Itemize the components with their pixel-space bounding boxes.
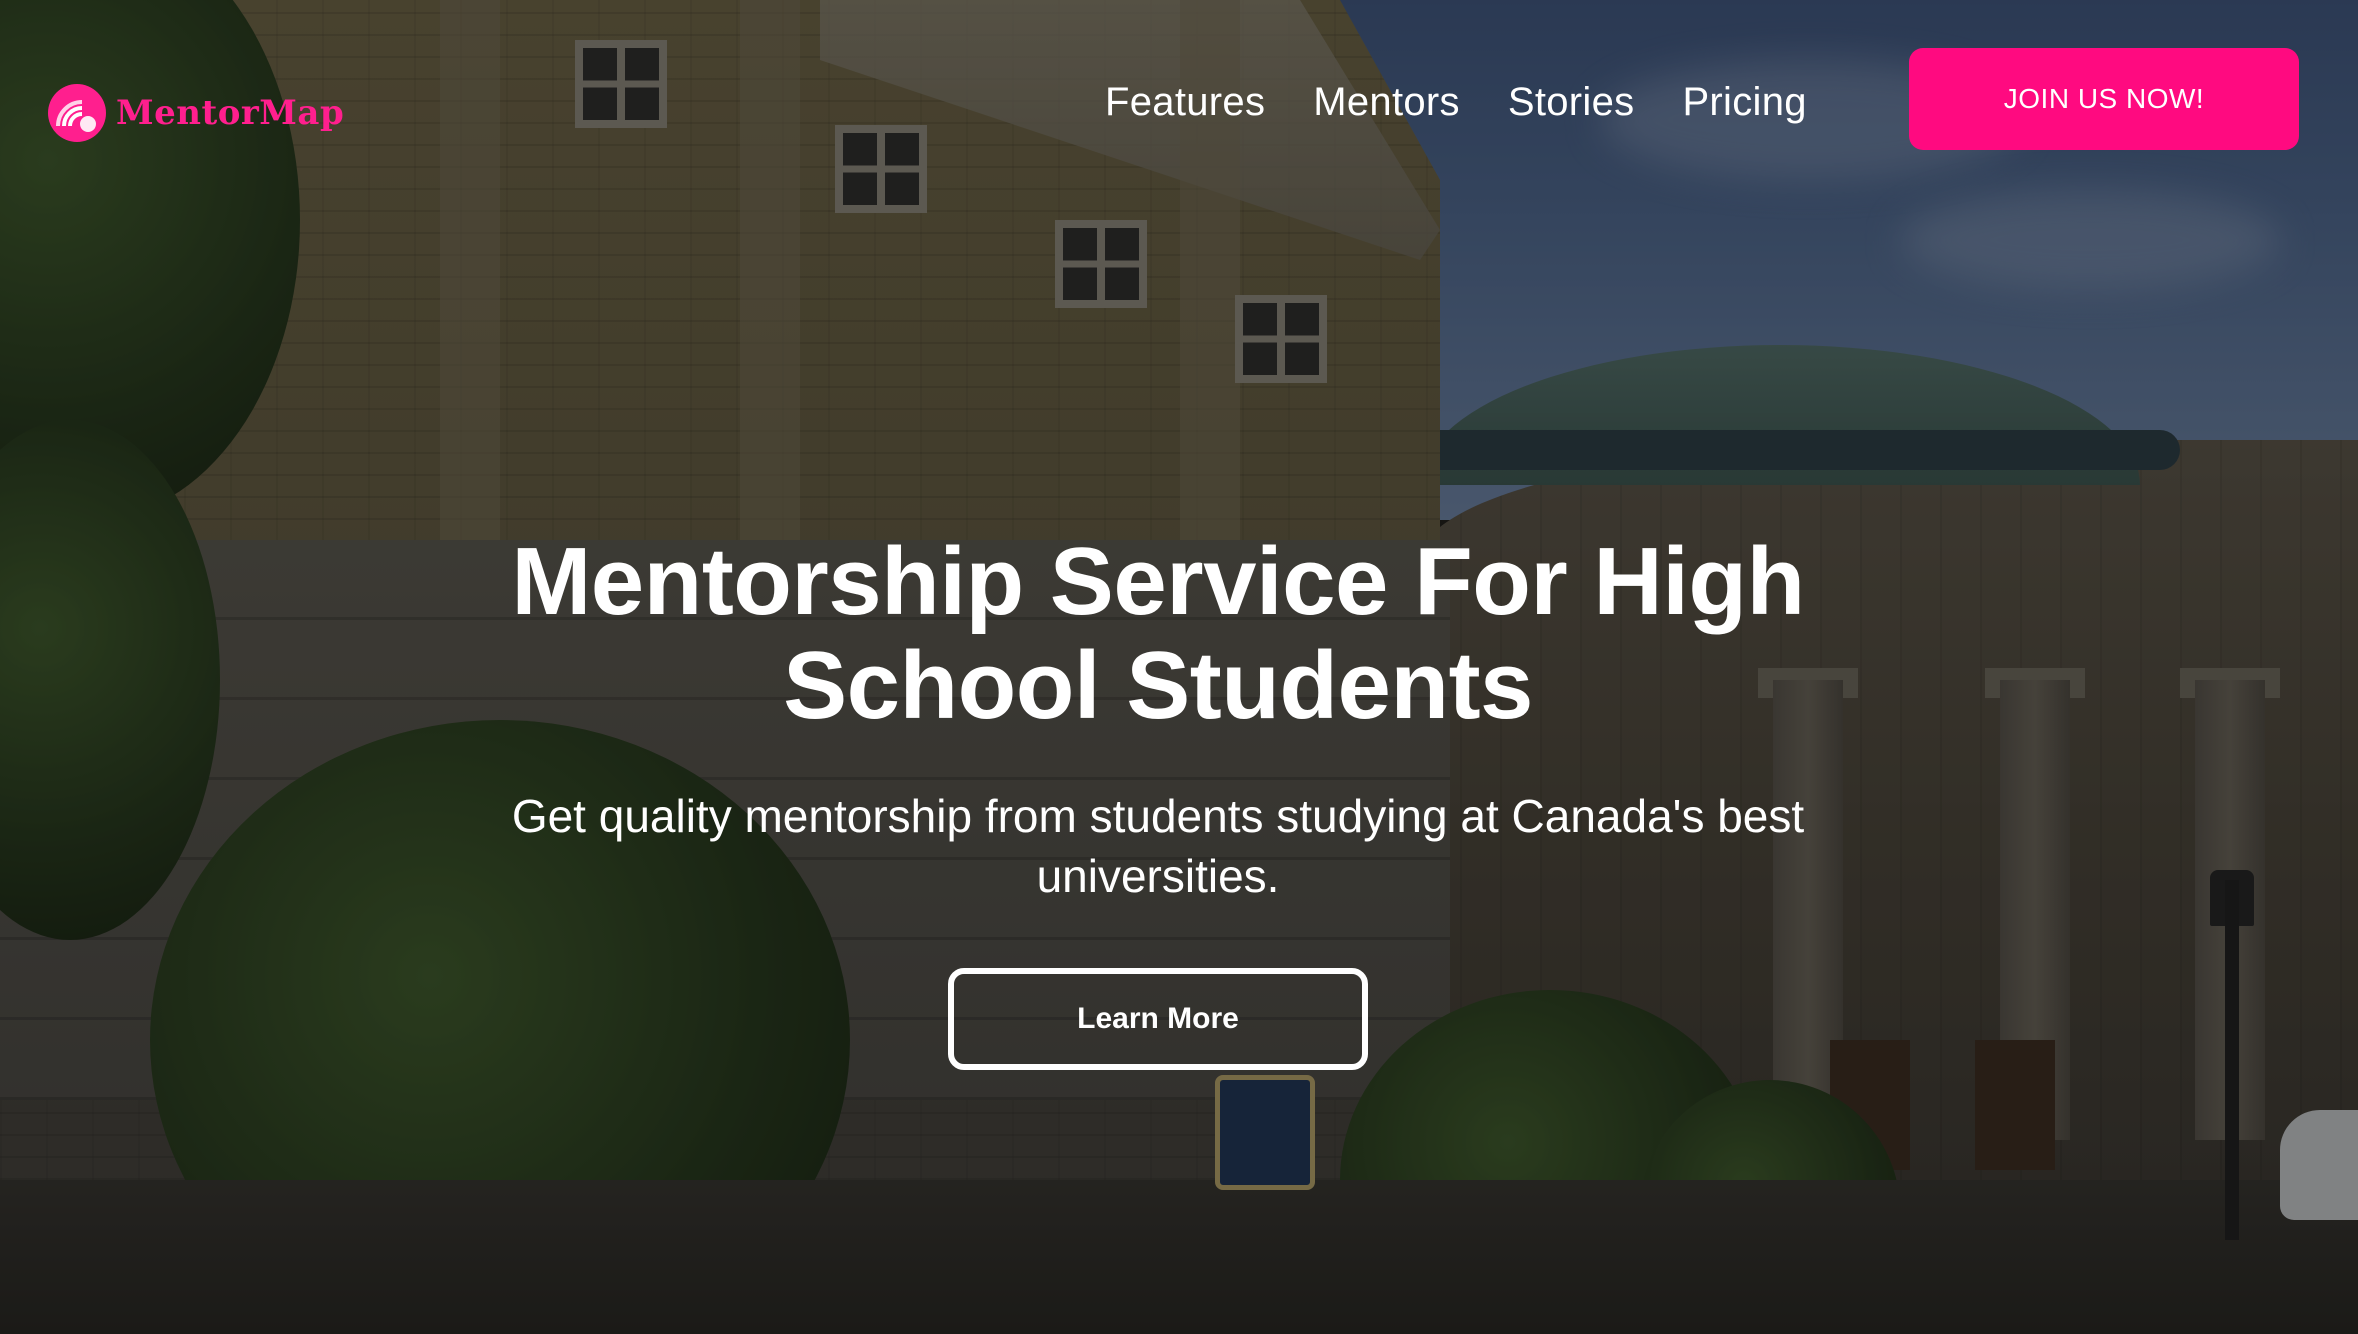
logo-link[interactable]: MentorMap <box>48 84 344 142</box>
nav-item-pricing[interactable]: Pricing <box>1682 80 1806 125</box>
nav-item-mentors[interactable]: Mentors <box>1313 80 1460 125</box>
site-header: MentorMap Features Mentors Stories Prici… <box>0 0 2358 160</box>
nav-item-stories[interactable]: Stories <box>1508 80 1635 125</box>
join-us-button[interactable]: JOIN US NOW! <box>1909 48 2299 150</box>
hero-subtitle: Get quality mentorship from students stu… <box>511 790 1805 902</box>
signal-waves-icon <box>48 84 106 142</box>
nav-item-features[interactable]: Features <box>1105 80 1265 125</box>
hero-title: Mentorship Service For High School Stude… <box>511 528 1805 739</box>
learn-more-button[interactable]: Learn More <box>948 968 1368 1070</box>
hero-section: Mentorship Service For High School Stude… <box>0 530 2316 1070</box>
main-nav: Features Mentors Stories Pricing <box>1105 80 1807 125</box>
brand-name: MentorMap <box>116 93 345 133</box>
